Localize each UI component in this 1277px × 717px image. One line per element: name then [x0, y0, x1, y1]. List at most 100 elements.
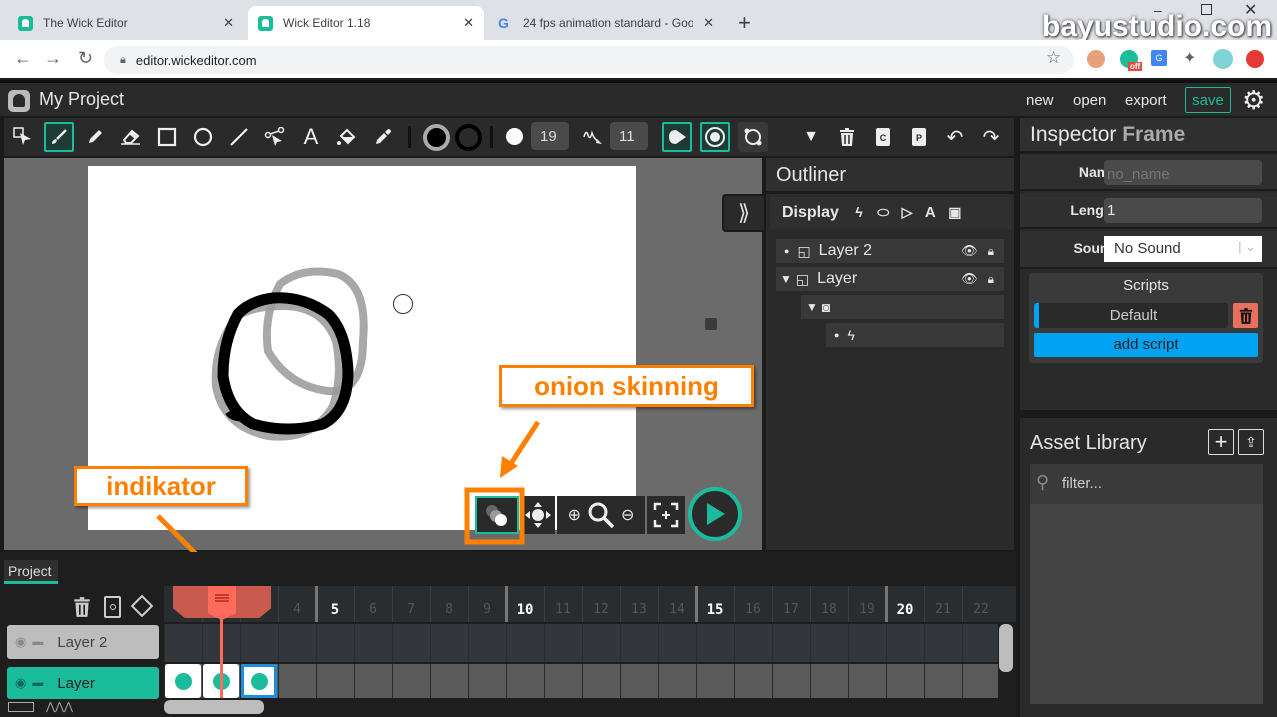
close-tab-icon[interactable]: ✕	[703, 15, 714, 31]
export-asset-button[interactable]: ⇪	[1238, 429, 1264, 455]
ruler-tick-label[interactable]: 14	[658, 602, 696, 617]
url-input[interactable]: 🔒︎ editor.wickeditor.com	[104, 46, 1074, 74]
pan-button[interactable]	[521, 496, 555, 534]
ruler-tick-label[interactable]: 21	[924, 602, 962, 617]
delete-icon[interactable]	[832, 122, 862, 152]
back-icon[interactable]: ←	[14, 48, 32, 69]
audio-waveform-icon[interactable]: ⋀⋀⋀	[46, 700, 73, 713]
canvas-handle[interactable]	[705, 318, 717, 330]
export-button[interactable]: export	[1125, 92, 1167, 109]
new-tab-icon[interactable]: +	[738, 10, 751, 36]
add-script-button[interactable]: add script	[1034, 333, 1258, 357]
ruler-tick-label[interactable]: 18	[810, 602, 848, 617]
outliner-item-path[interactable]: ● ϟ	[826, 323, 1004, 347]
delete-script-button[interactable]	[1233, 303, 1258, 328]
recenter-button[interactable]	[647, 496, 685, 534]
ruler-tick-label[interactable]: 17	[772, 602, 810, 617]
collapse-panel-icon[interactable]: ⟫	[722, 194, 764, 232]
ruler-tick-label[interactable]: 8	[430, 602, 468, 617]
brush-tool-icon[interactable]	[44, 122, 74, 152]
ruler-tick-label[interactable]: 12	[582, 602, 620, 617]
ruler-tick-label[interactable]: 6	[354, 602, 392, 617]
ruler-tick-label[interactable]: 5	[316, 602, 354, 618]
text-tool-icon[interactable]: A	[296, 122, 326, 152]
timeline-ruler[interactable]: 12345678910111213141516171819202122	[164, 586, 1016, 622]
layer-row-layer[interactable]: ◉ ▬ Layer	[7, 667, 159, 699]
ruler-tick-label[interactable]: 13	[620, 602, 658, 617]
stroke-color-swatch[interactable]	[455, 124, 482, 151]
outliner-item-layer-2[interactable]: ● ◱ Layer 2 👁︎ 🔒︎	[776, 239, 1004, 263]
extensions-puzzle-icon[interactable]: ✦	[1183, 48, 1196, 68]
ruler-tick-label[interactable]: 19	[848, 602, 886, 617]
path-cursor-tool-icon[interactable]	[260, 122, 290, 152]
asset-filter-input[interactable]: ⚲ filter...	[1030, 464, 1263, 504]
ruler-tick-label[interactable]: 9	[468, 602, 506, 617]
undo-icon[interactable]: ↶	[940, 122, 970, 152]
clip-filter-icon[interactable]: ⬭	[877, 204, 889, 220]
onion-skin-button[interactable]	[475, 496, 519, 534]
outliner-item-frame[interactable]: ▼ ◙	[801, 295, 1004, 319]
fill-bucket-tool-icon[interactable]	[332, 122, 362, 152]
visibility-eye-icon[interactable]: 👁︎	[961, 271, 978, 287]
save-button[interactable]: save	[1185, 87, 1231, 113]
timeline-vertical-scrollbar[interactable]	[999, 624, 1013, 672]
browser-tab[interactable]: The Wick Editor ✕	[8, 6, 244, 40]
more-dropdown-icon[interactable]: ▼	[796, 122, 826, 152]
zoom-magnifier-icon[interactable]	[587, 501, 615, 529]
layer-row-layer-2[interactable]: ◉ ▬ Layer 2	[7, 625, 159, 659]
face-extension-icon[interactable]	[1213, 49, 1233, 69]
image-filter-icon[interactable]: ▣	[948, 204, 961, 220]
playhead-handle[interactable]	[208, 586, 236, 620]
lock-icon[interactable]: 🔒︎	[988, 244, 994, 259]
delete-layer-icon[interactable]	[72, 596, 92, 624]
layer-lock-icon[interactable]: ▬	[32, 636, 43, 648]
translate-extension-icon[interactable]: G	[1151, 50, 1167, 66]
name-input[interactable]	[1104, 160, 1262, 185]
settings-gear-icon[interactable]: ⚙	[1242, 85, 1265, 116]
ruler-tick-label[interactable]: 20	[886, 602, 924, 618]
keyframe-cell[interactable]	[241, 664, 277, 698]
pressure-toggle-icon[interactable]	[662, 122, 692, 152]
layer-visibility-icon[interactable]: ◉	[15, 634, 26, 650]
upload-extension-icon[interactable]	[1246, 50, 1264, 68]
monkey-extension-icon[interactable]	[1087, 50, 1105, 68]
ruler-tick-label[interactable]: 22	[962, 602, 1000, 617]
browser-tab-active[interactable]: Wick Editor 1.18 ✕	[248, 6, 484, 40]
layer-frames-row[interactable]	[164, 664, 998, 698]
brush-size-input[interactable]: 19	[531, 122, 569, 150]
ruler-tick-label[interactable]: 7	[392, 602, 430, 617]
redo-icon[interactable]: ↷	[976, 122, 1006, 152]
eraser-tool-icon[interactable]	[116, 122, 146, 152]
keyframe-cell[interactable]	[165, 664, 201, 698]
smoothing-input[interactable]: 11	[610, 122, 648, 150]
paste-icon[interactable]: P	[904, 122, 934, 152]
zoom-out-icon[interactable]: ⊖	[621, 505, 634, 525]
reload-icon[interactable]: ↻	[78, 48, 93, 69]
expand-arrow-icon[interactable]: ▼	[780, 272, 792, 286]
timeline-size-icon[interactable]	[8, 702, 34, 712]
play-button[interactable]	[688, 487, 742, 541]
close-tab-icon[interactable]: ✕	[463, 15, 474, 31]
forward-icon[interactable]: →	[44, 48, 62, 69]
project-tab[interactable]: Project	[4, 560, 58, 584]
path-edit-icon[interactable]	[738, 122, 768, 152]
layer-2-frames-row[interactable]	[164, 624, 998, 662]
add-frame-icon[interactable]	[104, 596, 121, 618]
add-asset-button[interactable]: +	[1208, 429, 1234, 455]
ruler-tick-label[interactable]: 15	[696, 602, 734, 618]
open-button[interactable]: open	[1073, 92, 1106, 109]
layer-visibility-icon[interactable]: ◉	[15, 675, 26, 691]
ruler-tick-label[interactable]: 4	[278, 602, 316, 617]
expand-arrow-icon[interactable]: ▼	[806, 300, 818, 314]
script-default-button[interactable]: Default	[1034, 303, 1228, 328]
browser-tab[interactable]: G 24 fps animation standard - Goo ✕	[488, 6, 724, 40]
zoom-in-icon[interactable]: ⊕	[568, 505, 581, 525]
layer-lock-icon[interactable]: ▬	[32, 677, 43, 689]
bookmark-star-icon[interactable]: ☆	[1046, 48, 1061, 68]
ruler-tick-label[interactable]: 16	[734, 602, 772, 617]
timeline-horizontal-scrollbar[interactable]	[164, 700, 264, 714]
sound-select[interactable]: No Sound | ⌄	[1104, 236, 1262, 262]
rectangle-tool-icon[interactable]	[152, 122, 182, 152]
cursor-tool-icon[interactable]	[8, 122, 38, 152]
lock-icon[interactable]: 🔒︎	[988, 272, 994, 287]
